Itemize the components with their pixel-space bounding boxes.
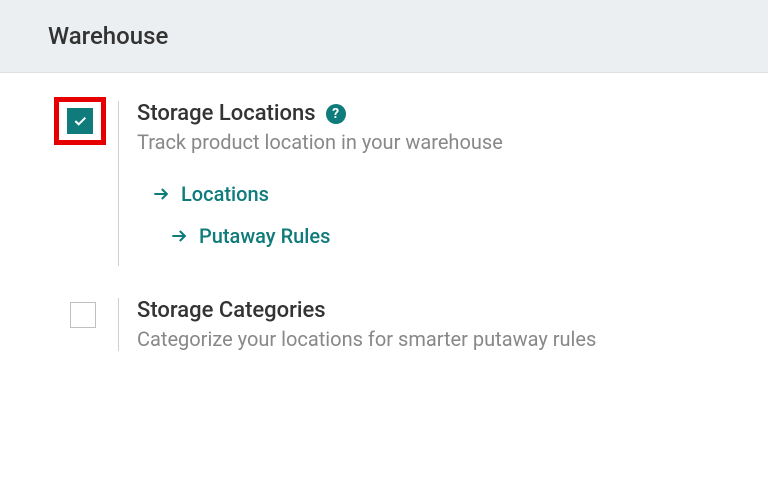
checkbox-container (48, 101, 118, 145)
setting-detail: Storage Locations ? Track product locati… (118, 101, 720, 266)
setting-detail: Storage Categories Categorize your locat… (118, 298, 720, 351)
section-title: Warehouse (48, 22, 720, 50)
check-icon (72, 113, 88, 129)
setting-description: Track product location in your warehouse (137, 130, 720, 154)
setting-title-row: Storage Categories (137, 298, 720, 323)
storage-locations-checkbox[interactable] (67, 108, 93, 134)
help-icon[interactable]: ? (326, 104, 346, 124)
sublinks: Locations Putaway Rules (137, 182, 720, 248)
link-label: Locations (181, 182, 269, 206)
checkbox-container (48, 298, 118, 328)
highlight-annotation (54, 97, 106, 145)
setting-title: Storage Locations (137, 101, 316, 126)
setting-storage-locations: Storage Locations ? Track product locati… (48, 101, 720, 266)
link-label: Putaway Rules (199, 224, 330, 248)
setting-description: Categorize your locations for smarter pu… (137, 327, 720, 351)
storage-categories-checkbox[interactable] (70, 302, 96, 328)
settings-content: Storage Locations ? Track product locati… (0, 73, 768, 397)
section-header: Warehouse (0, 0, 768, 73)
setting-title: Storage Categories (137, 298, 326, 323)
arrow-right-icon (151, 184, 171, 204)
setting-title-row: Storage Locations ? (137, 101, 720, 126)
locations-link[interactable]: Locations (151, 182, 720, 206)
putaway-rules-link[interactable]: Putaway Rules (151, 224, 720, 248)
setting-storage-categories: Storage Categories Categorize your locat… (48, 298, 720, 351)
arrow-right-icon (169, 226, 189, 246)
